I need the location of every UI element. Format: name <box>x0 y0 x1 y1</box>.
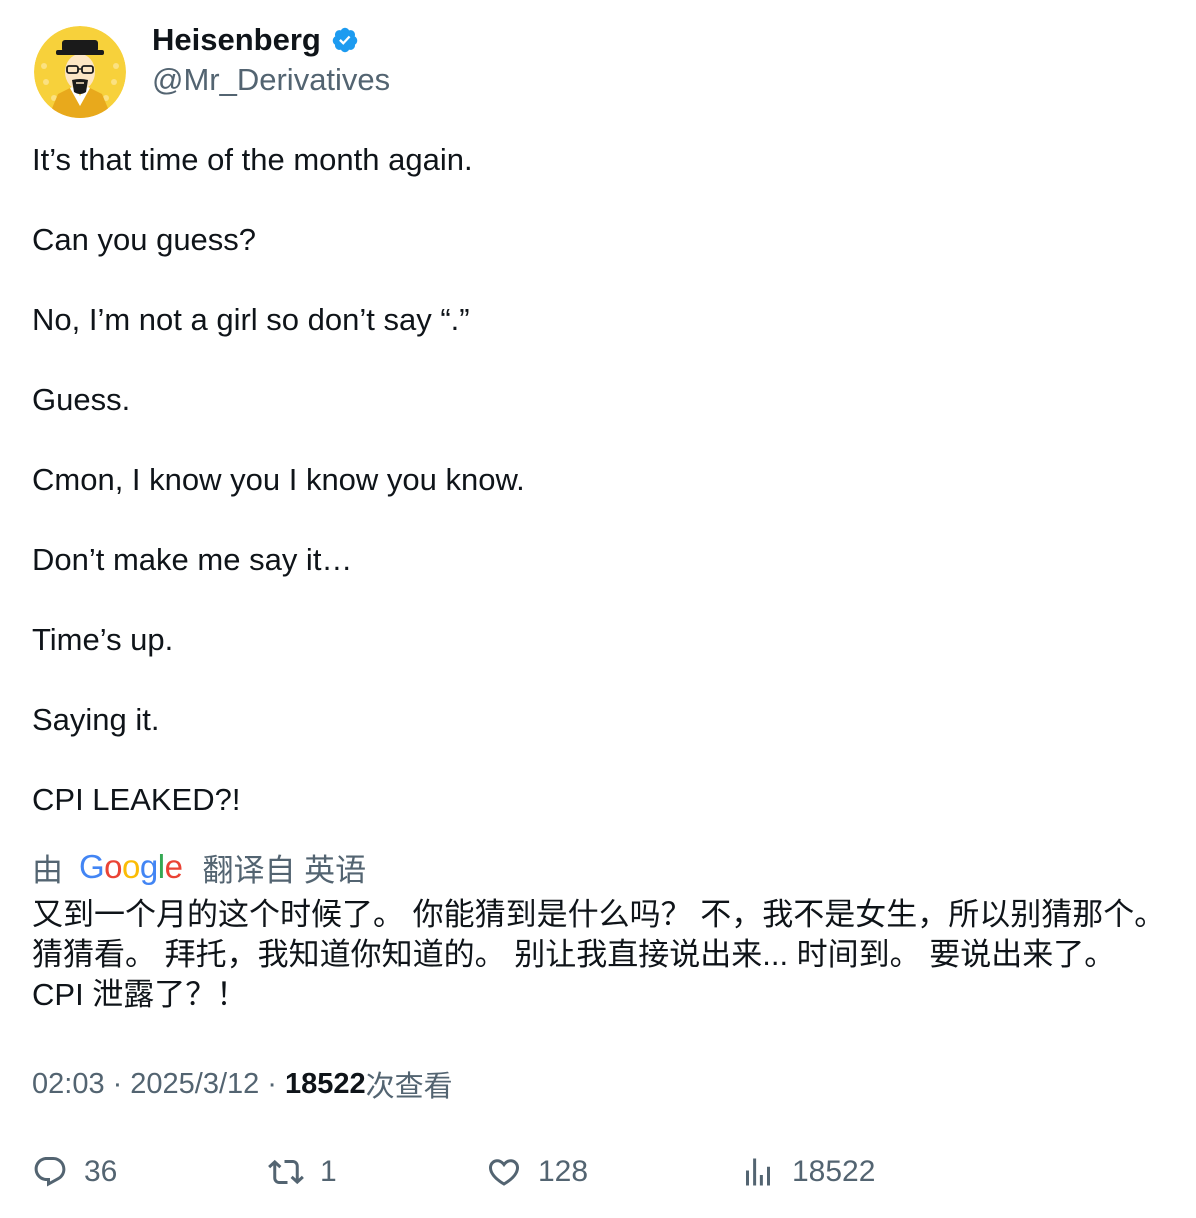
analytics-icon <box>746 1158 770 1186</box>
heisenberg-avatar-icon <box>34 26 126 118</box>
like-count: 128 <box>538 1155 589 1188</box>
tweet-text: It’s that time of the month again. Can y… <box>32 140 1162 820</box>
heart-icon <box>488 1159 520 1186</box>
tweet-card: Heisenberg @Mr_Derivatives It’s that tim… <box>0 0 1196 1218</box>
tweet-line: No, I’m not a girl so don’t say “.” <box>32 302 470 337</box>
display-name-row: Heisenberg <box>152 22 390 58</box>
tweet-meta: 02:03 · 2025/3/12 · 18522 次查看 <box>32 1064 453 1104</box>
reply-icon <box>34 1157 66 1187</box>
retweet-button[interactable]: 1 <box>268 1150 337 1194</box>
tweet-header: Heisenberg @Mr_Derivatives <box>34 22 1154 122</box>
meta-separator: · <box>112 1067 123 1100</box>
reply-count: 36 <box>84 1155 118 1188</box>
like-button[interactable]: 128 <box>486 1150 588 1194</box>
author-names: Heisenberg @Mr_Derivatives <box>152 22 390 98</box>
tweet-line: Cmon, I know you I know you know. <box>32 462 525 497</box>
translated-text: 又到一个月的这个时候了。 你能猜到是什么吗？ 不，我不是女生，所以别猜那个。 猜… <box>32 897 1166 1012</box>
tweet-line: Can you guess? <box>32 222 257 257</box>
tweet-line: CPI LEAKED?! <box>32 782 241 817</box>
tweet-time[interactable]: 02:03 <box>32 1068 105 1101</box>
display-name[interactable]: Heisenberg <box>152 22 321 58</box>
views-action-count: 18522 <box>792 1155 876 1188</box>
translation-suffix: 翻译自 英语 <box>202 852 367 888</box>
translation-prefix: 由 <box>32 852 63 888</box>
tweet-date[interactable]: 2025/3/12 <box>130 1068 259 1101</box>
avatar[interactable] <box>34 26 126 118</box>
tweet-line: Saying it. <box>32 702 160 737</box>
tweet-line: It’s that time of the month again. <box>32 142 473 177</box>
reply-button[interactable]: 36 <box>32 1150 117 1194</box>
views-label: 次查看 <box>365 1071 453 1103</box>
tweet-line: Don’t make me say it… <box>32 542 353 577</box>
action-bar: 36 1 128 18522 <box>32 1150 1132 1194</box>
retweet-icon <box>268 1159 304 1185</box>
retweet-count: 1 <box>320 1155 337 1188</box>
verified-badge-icon[interactable] <box>331 26 359 54</box>
handle[interactable]: @Mr_Derivatives <box>152 62 390 98</box>
views-count: 18522 <box>284 1067 366 1100</box>
google-logo-icon: Google <box>79 848 183 885</box>
tweet-line: Guess. <box>32 382 131 417</box>
meta-separator: · <box>267 1067 277 1100</box>
views-button[interactable]: 18522 <box>740 1150 875 1194</box>
tweet-line: Time’s up. <box>32 622 174 657</box>
translated-by-google[interactable]: 由 Google 翻译自 英语 <box>32 847 367 888</box>
